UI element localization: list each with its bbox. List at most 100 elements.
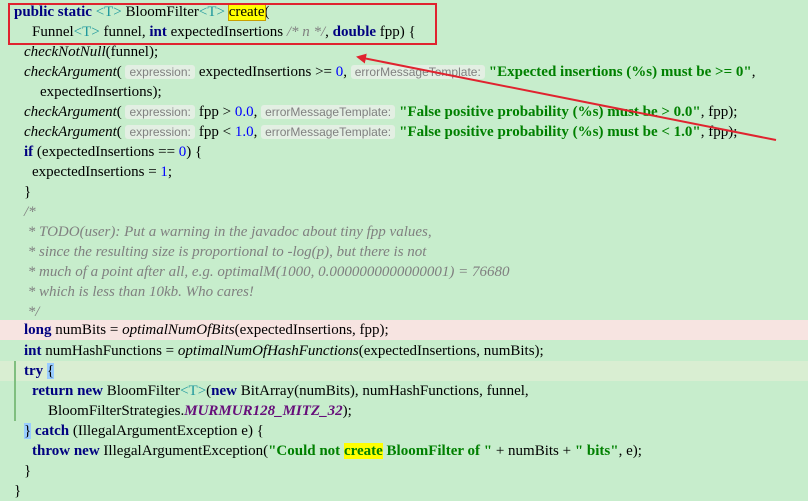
comment-line-6[interactable]: */ — [0, 302, 808, 322]
param-hint-expression: expression: — [125, 105, 195, 119]
tail: ) { — [186, 144, 203, 160]
matched-brace: } — [24, 423, 32, 439]
keyword-public: public — [14, 4, 55, 20]
param-hint-expression: expression: — [125, 125, 195, 139]
condition: (expectedInsertions == — [36, 144, 179, 160]
args: expectedInsertions); — [40, 84, 162, 100]
code-line-3[interactable]: checkNotNull(funnel); — [0, 42, 808, 62]
keyword-int: int — [149, 24, 167, 40]
type-strategies: BloomFilterStrategies. — [48, 403, 185, 419]
code-line-2[interactable]: Funnel<T> funnel, int expectedInsertions… — [0, 22, 808, 42]
tail: , fpp); — [700, 124, 738, 140]
matched-brace: { — [46, 363, 55, 379]
param-hint-expression: expression: — [125, 65, 195, 79]
keyword-return: return — [32, 383, 74, 399]
paren: ( — [116, 64, 122, 80]
generic-type: <T> — [73, 24, 100, 40]
code-line-1[interactable]: public static <T> BloomFilter<T> create( — [0, 2, 808, 22]
code-line-20[interactable]: return new BloomFilter<T>(new BitArray(n… — [0, 381, 808, 401]
tail: , e); — [618, 443, 642, 459]
tail: , fpp); — [700, 104, 738, 120]
exception-call: IllegalArgumentException( — [103, 443, 269, 459]
code-line-22[interactable]: } catch (IllegalArgumentException e) { — [0, 421, 808, 441]
code-editor[interactable]: public static <T> BloomFilter<T> create(… — [0, 0, 808, 501]
string-literal: "Could not — [268, 443, 344, 459]
comment-line-3[interactable]: * since the resulting size is proportion… — [0, 242, 808, 262]
call-optimalnumofbits: optimalNumOfBits — [122, 322, 235, 338]
code-line-17[interactable]: long numBits = optimalNumOfBits(expected… — [0, 320, 808, 340]
close-brace: } — [14, 483, 22, 499]
comma: , — [253, 124, 258, 140]
method-name[interactable]: create — [227, 3, 266, 21]
close-brace: } — [24, 184, 32, 200]
comment-line-1[interactable]: /* — [0, 202, 808, 222]
code-line-4[interactable]: checkArgument( expression: expectedInsert… — [0, 62, 808, 82]
keyword-static: static — [57, 4, 92, 20]
variable: numHashFunctions = — [45, 343, 178, 359]
scope-indicator — [14, 361, 16, 421]
comment-text: * which is less than 10kb. Who cares! — [24, 284, 254, 300]
keyword-catch: catch — [34, 423, 70, 439]
generic-type: <T> — [198, 4, 225, 20]
code-line-24[interactable]: } — [0, 461, 808, 481]
string-literal: "False positive probability (%s) must be… — [399, 124, 701, 140]
code-line-23[interactable]: throw new IllegalArgumentException("Coul… — [0, 441, 808, 461]
inline-comment: /* n */ — [286, 24, 326, 40]
code-line-21[interactable]: BloomFilterStrategies.MURMUR128_MITZ_32)… — [0, 401, 808, 421]
assignment: expectedInsertions = — [32, 164, 161, 180]
param-hint-template: errorMessageTemplate: — [261, 125, 396, 139]
close-brace: } — [24, 463, 32, 479]
number-literal: 1 — [160, 164, 168, 180]
comment-line-4[interactable]: * much of a point after all, e.g. optima… — [0, 262, 808, 282]
comment-text: * TODO(user): Put a warning in the javad… — [24, 224, 432, 240]
code-line-6[interactable]: checkArgument( expression: fpp > 0.0, err… — [0, 102, 808, 122]
comment-text: * since the resulting size is proportion… — [24, 244, 427, 260]
call-checkargument: checkArgument — [24, 124, 117, 140]
number-literal: 0.0 — [234, 104, 254, 120]
comma: , — [325, 24, 329, 40]
args: (expectedInsertions, numBits); — [358, 343, 544, 359]
keyword-if: if — [24, 144, 34, 160]
number-literal: 1.0 — [234, 124, 254, 140]
keyword-try: try — [24, 363, 44, 379]
keyword-long: long — [24, 322, 52, 338]
comma: , — [343, 64, 347, 80]
call-checknotnull: checkNotNull — [24, 44, 106, 60]
args: BitArray(numBits), numHashFunctions, fun… — [240, 383, 529, 399]
expression: fpp < — [198, 124, 235, 140]
keyword-int: int — [24, 343, 42, 359]
code-line-8[interactable]: if (expectedInsertions == 0) { — [0, 142, 808, 162]
code-line-25[interactable]: } — [0, 481, 808, 501]
concat: + numBits + — [492, 443, 575, 459]
call-checkargument: checkArgument — [24, 104, 117, 120]
code-line-5[interactable]: expectedInsertions); — [0, 82, 808, 102]
keyword-throw: throw — [32, 443, 71, 459]
type-bloomfilter: BloomFilter — [106, 383, 181, 399]
code-line-10[interactable]: } — [0, 182, 808, 202]
variable: numBits = — [55, 322, 123, 338]
expression: fpp > — [198, 104, 235, 120]
paren: ( — [264, 4, 270, 20]
expression: expectedInsertions >= — [198, 64, 336, 80]
code-line-9[interactable]: expectedInsertions = 1; — [0, 162, 808, 182]
string-literal: "Expected insertions (%s) must be >= 0" — [488, 64, 752, 80]
args: (funnel); — [105, 44, 159, 60]
static-field: MURMUR128_MITZ_32 — [184, 403, 343, 419]
string-literal: " bits" — [574, 443, 619, 459]
param-hint-template: errorMessageTemplate: — [261, 105, 396, 119]
comment-line-2[interactable]: * TODO(user): Put a warning in the javad… — [0, 222, 808, 242]
tail: , — [751, 64, 756, 80]
string-literal: BloomFilter of " — [382, 443, 493, 459]
code-line-7[interactable]: checkArgument( expression: fpp < 1.0, err… — [0, 122, 808, 142]
comment-line-5[interactable]: * which is less than 10kb. Who cares! — [0, 282, 808, 302]
code-line-19[interactable]: try { — [0, 361, 808, 381]
args: (expectedInsertions, fpp); — [234, 322, 389, 338]
param-hint-template: errorMessageTemplate: — [350, 65, 485, 79]
call-checkargument: checkArgument — [24, 64, 117, 80]
paren: ( — [116, 124, 122, 140]
comment-text: * much of a point after all, e.g. optima… — [24, 264, 510, 280]
code-line-18[interactable]: int numHashFunctions = optimalNumOfHashF… — [0, 341, 808, 361]
param-fpp: fpp) { — [379, 24, 416, 40]
keyword-double: double — [332, 24, 377, 40]
comment-text: */ — [24, 304, 40, 320]
